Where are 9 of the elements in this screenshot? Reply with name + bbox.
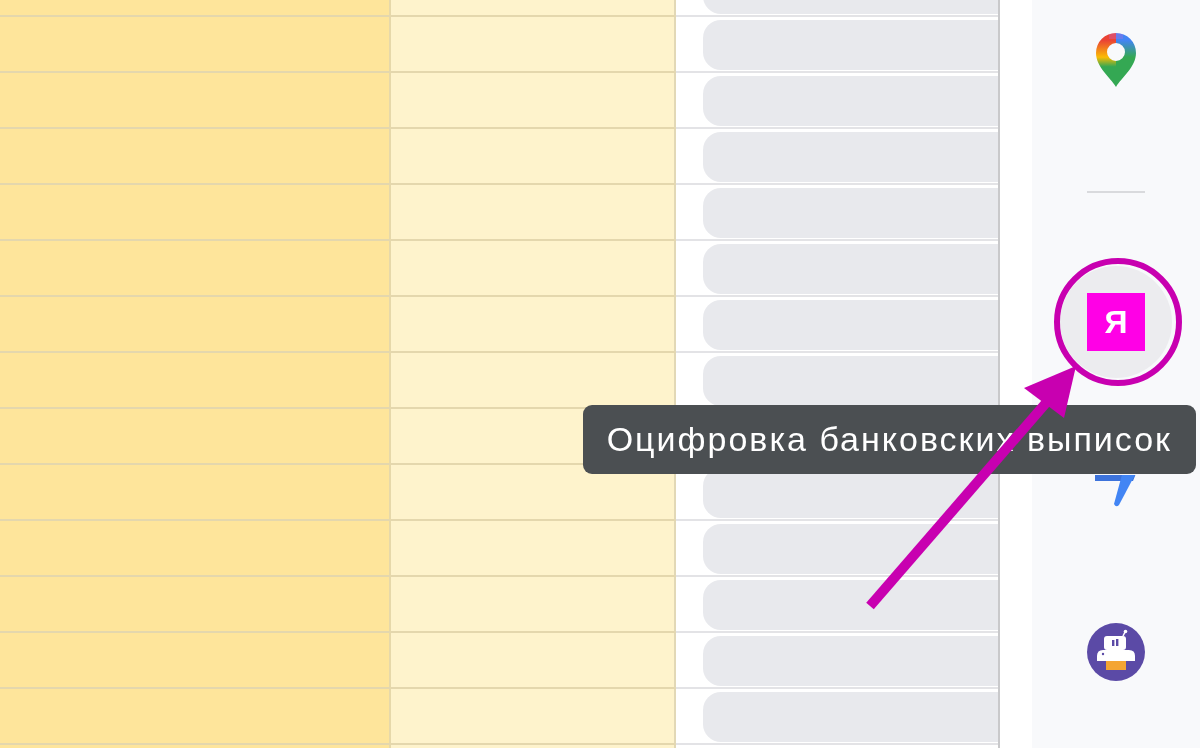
logo-tile: Я bbox=[1087, 293, 1145, 351]
robot-printer-icon bbox=[1087, 623, 1145, 681]
addon-button[interactable] bbox=[1094, 32, 1138, 88]
addon-button[interactable]: Я bbox=[1060, 266, 1172, 378]
empty-chip[interactable] bbox=[703, 524, 998, 574]
map-pin-icon bbox=[1094, 32, 1138, 88]
tooltip: Оцифровка банковских выписок bbox=[582, 405, 1196, 474]
addon-button[interactable] bbox=[1087, 623, 1145, 681]
empty-chip[interactable] bbox=[703, 580, 998, 630]
